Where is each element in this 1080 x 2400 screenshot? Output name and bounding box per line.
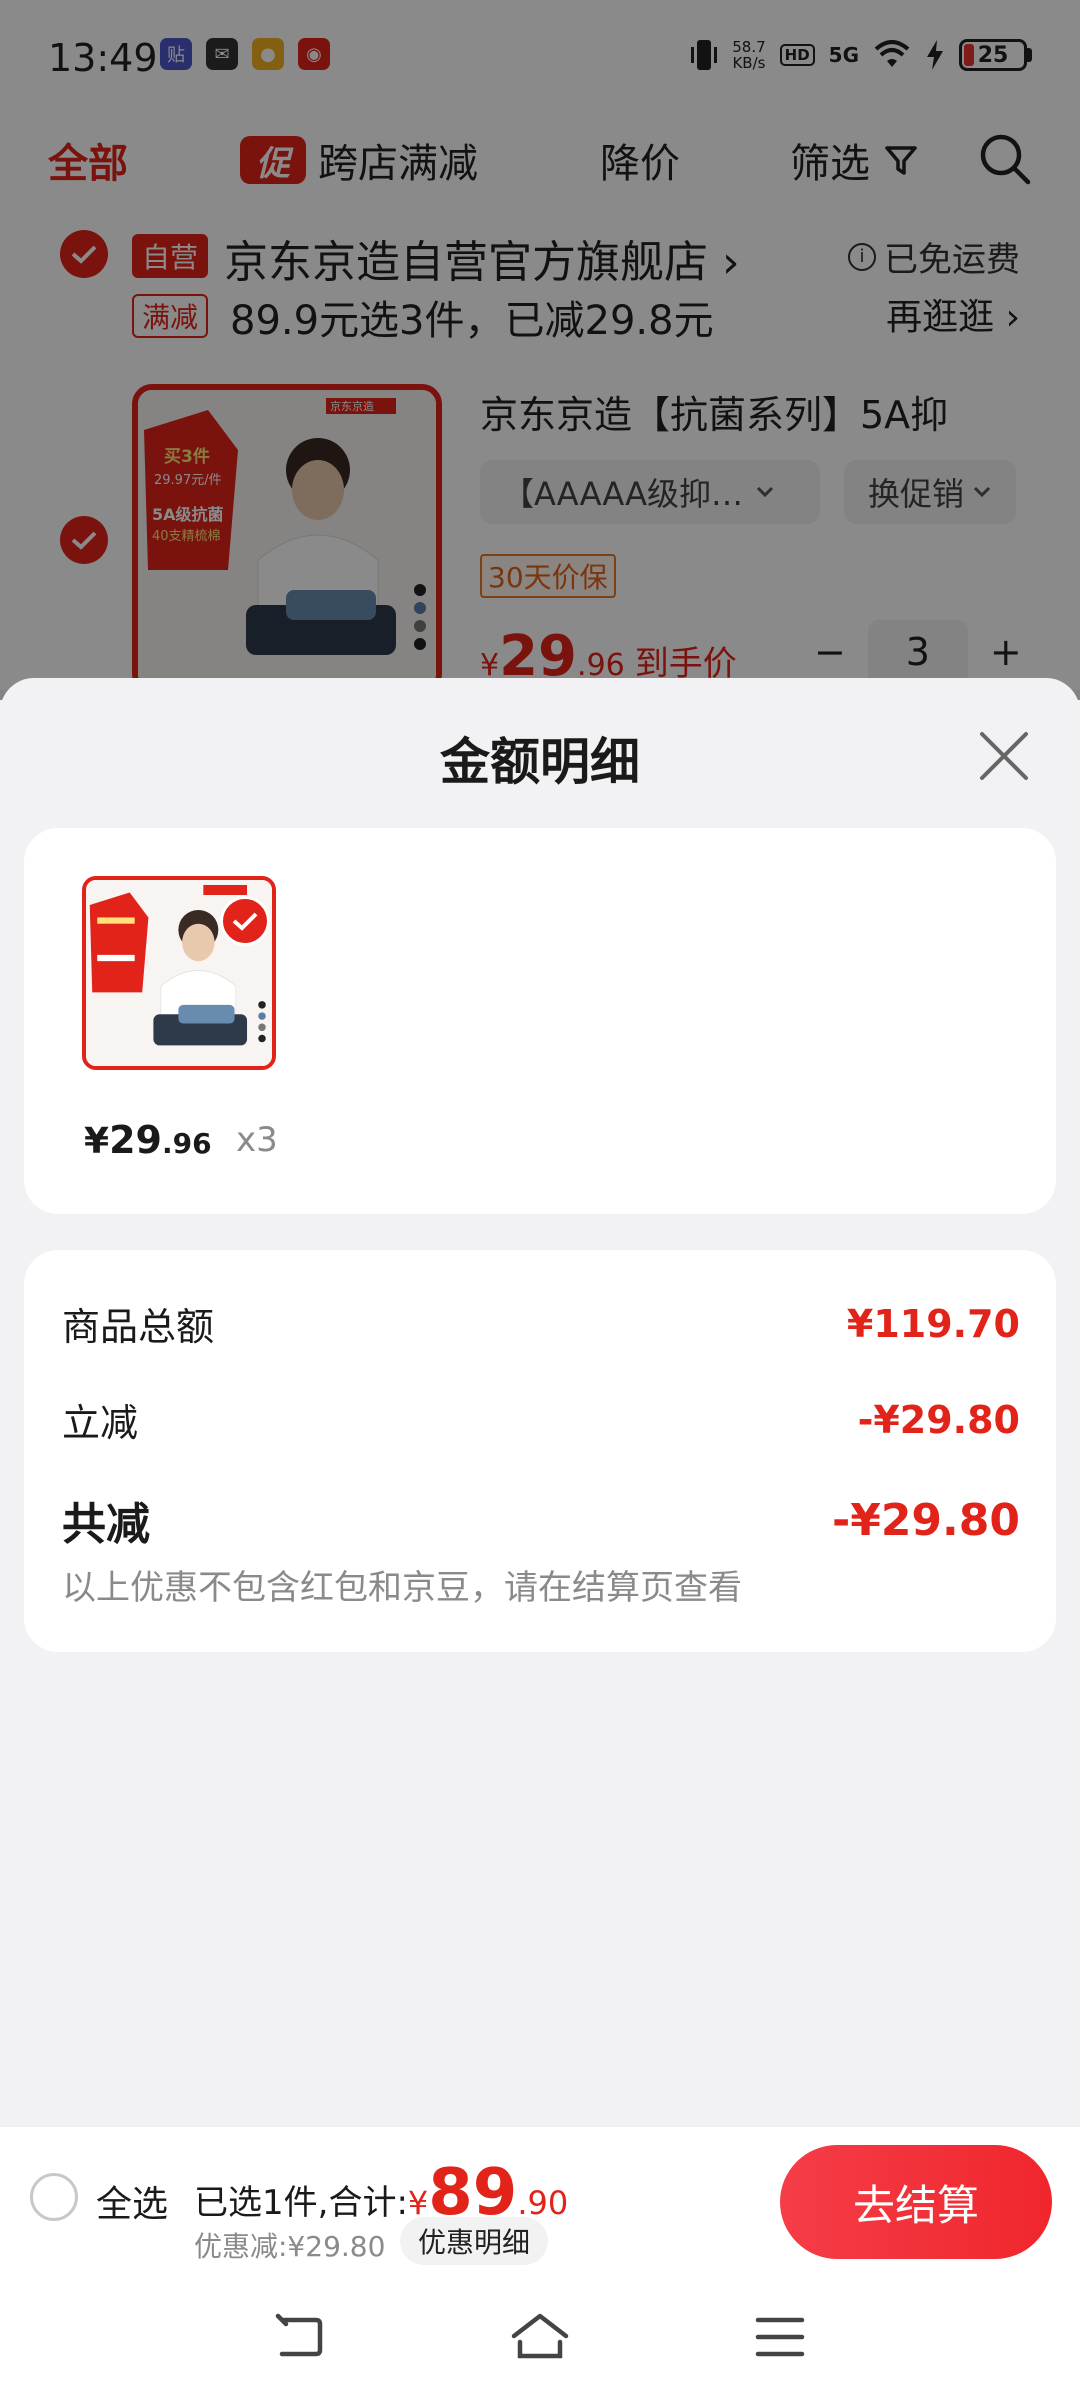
total-discount-label: 共减 xyxy=(62,1499,150,1550)
instant-discount-row: 立减 -¥29.80 xyxy=(62,1392,1020,1447)
discount-detail-button[interactable]: 优惠明细 xyxy=(400,2217,549,2265)
instant-discount-value: -¥29.80 xyxy=(857,1397,1020,1442)
total-integer: 89 xyxy=(428,2156,518,2230)
item-price-integer: 29 xyxy=(109,1118,162,1162)
item-price-decimal: .96 xyxy=(161,1127,212,1160)
discount-amount: 优惠减:¥29.80 xyxy=(194,2230,386,2263)
discount-note: 以上优惠不包含红包和京豆，请在结算页查看 xyxy=(62,1568,742,1608)
subtotal-value: ¥119.70 xyxy=(846,1301,1020,1346)
select-all-label[interactable]: 全选 xyxy=(96,2175,168,2227)
item-price-symbol: ¥ xyxy=(84,1121,110,1162)
thumbnail-check-icon xyxy=(220,896,270,946)
sheet-title: 金额明细 xyxy=(440,733,640,791)
check-icon xyxy=(232,912,258,931)
subtotal-label: 商品总额 xyxy=(62,1305,215,1349)
menu-icon[interactable] xyxy=(750,2312,810,2362)
item-thumbnail[interactable] xyxy=(82,876,276,1070)
back-icon[interactable] xyxy=(270,2312,330,2362)
select-all-checkbox[interactable] xyxy=(30,2173,78,2221)
instant-discount-label: 立减 xyxy=(62,1401,139,1445)
subtotal-row: 商品总额 ¥119.70 xyxy=(62,1296,1020,1351)
selected-count-label: 已选1件,合计: xyxy=(194,2183,408,2223)
close-icon[interactable] xyxy=(976,728,1032,784)
checkout-button[interactable]: 去结算 xyxy=(780,2145,1052,2259)
item-quantity: x3 xyxy=(236,1120,278,1160)
total-discount-value: -¥29.80 xyxy=(831,1494,1020,1546)
home-icon[interactable] xyxy=(510,2312,570,2362)
total-discount-row: 共减 -¥29.80 xyxy=(62,1488,1020,1552)
selected-total: 已选1件,合计: ¥ 89 .90 xyxy=(194,2156,568,2230)
item-unit-price: ¥ 29 .96 xyxy=(84,1118,212,1162)
checkout-bar: 全选 已选1件,合计: ¥ 89 .90 优惠减:¥29.80 优惠明细 去结算 xyxy=(0,2126,1080,2274)
amount-summary-card: 商品总额 ¥119.70 立减 -¥29.80 共减 -¥29.80 以上优惠不… xyxy=(24,1250,1056,1652)
system-nav-bar xyxy=(0,2274,1080,2400)
selected-items-card: ¥ 29 .96 x3 xyxy=(24,828,1056,1214)
modal-overlay[interactable] xyxy=(0,0,1080,700)
